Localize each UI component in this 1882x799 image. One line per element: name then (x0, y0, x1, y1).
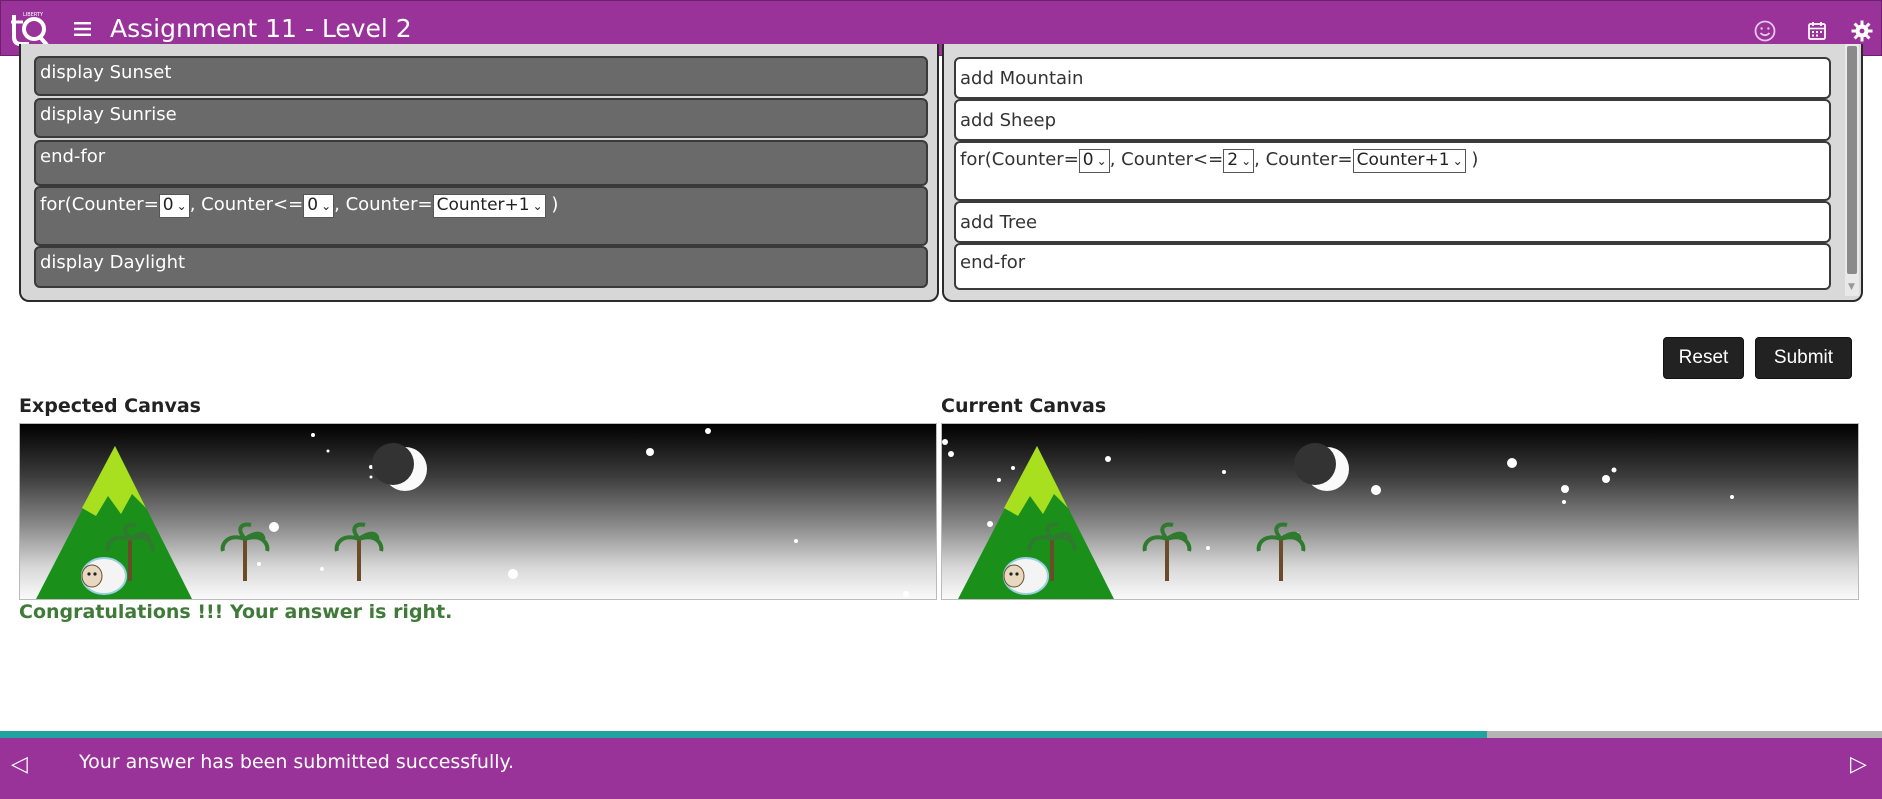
block-label: end-for (40, 146, 106, 167)
for-condition: , Counter<= (189, 194, 304, 215)
block-label: add Tree (960, 212, 1038, 233)
block-display-sunset[interactable]: display Sunset (34, 56, 928, 96)
block-for-loop[interactable]: for(Counter= 0 ⌄, Counter<= 0 ⌄, Counter= Cou… (34, 186, 928, 246)
for-suffix: ) (551, 194, 559, 215)
scroll-down-arrow-icon[interactable]: ▼ (1848, 282, 1855, 292)
for-prefix: for(Counter= (960, 149, 1079, 170)
for-prefix: for(Counter= (40, 194, 159, 215)
tree-icon (334, 522, 384, 581)
scrollbar-thumb[interactable] (1847, 46, 1857, 274)
block-end-for[interactable]: end-for (34, 140, 928, 186)
for-increment: , Counter= (334, 194, 433, 215)
calendar-icon[interactable] (1805, 19, 1829, 43)
next-arrow-icon[interactable]: ▷ (1850, 752, 1867, 777)
current-canvas (941, 423, 1859, 600)
block-for-loop[interactable]: for(Counter= 0 ⌄, Counter<= 2 ⌄, Counter= Cou… (954, 141, 1831, 201)
block-label: end-for (960, 252, 1026, 273)
block-add-tree[interactable]: add Tree (954, 201, 1831, 243)
moon-icon (372, 443, 427, 491)
counter-step-select[interactable]: Counter+1 ⌄ (432, 194, 546, 218)
reset-button[interactable]: Reset (1663, 337, 1744, 379)
progress-fill (0, 731, 1487, 738)
block-display-daylight[interactable]: display Daylight (34, 246, 928, 288)
counter-step-select[interactable]: Counter+1 ⌄ (1352, 149, 1466, 173)
result-message: Congratulations !!! Your answer is right… (19, 601, 453, 623)
chevron-down-icon: ⌄ (1452, 154, 1463, 168)
tree-icon (1142, 522, 1192, 581)
counter-limit-select[interactable]: 0 ⌄ (303, 194, 335, 218)
tree-icon (1256, 522, 1306, 581)
smiley-icon[interactable] (1753, 19, 1777, 43)
prev-arrow-icon[interactable]: ◁ (11, 752, 28, 777)
counter-init-select[interactable]: 0 ⌄ (158, 194, 190, 218)
counter-limit-select[interactable]: 2 ⌄ (1223, 149, 1255, 173)
progress-bar (0, 731, 1882, 738)
block-end-for[interactable]: end-for (954, 243, 1831, 290)
settings-icon[interactable] (1850, 19, 1874, 43)
chevron-down-icon: ⌄ (1096, 154, 1107, 168)
current-canvas-title: Current Canvas (941, 395, 1107, 417)
svg-text:LIBERTY: LIBERTY (23, 12, 44, 18)
page-title: Assignment 11 - Level 2 (110, 14, 412, 43)
menu-icon[interactable] (71, 17, 95, 41)
tree-icon (220, 522, 270, 581)
block-label: add Mountain (960, 68, 1084, 89)
for-increment: , Counter= (1254, 149, 1353, 170)
for-condition: , Counter<= (1109, 149, 1224, 170)
counter-init-select[interactable]: 0 ⌄ (1078, 149, 1110, 173)
chevron-down-icon: ⌄ (176, 199, 187, 213)
block-label: display Sunrise (40, 104, 177, 125)
program-blocks-panel: add Mountain add Sheep for(Counter= 0 ⌄, C… (942, 44, 1863, 302)
program-scrollbar[interactable]: ▼ (1845, 44, 1859, 296)
block-label: display Daylight (40, 252, 186, 273)
footer-message: Your answer has been submitted successfu… (79, 751, 515, 773)
for-suffix: ) (1471, 149, 1479, 170)
logo-icon[interactable]: LIBERTY (9, 9, 49, 49)
chevron-down-icon: ⌄ (1241, 154, 1252, 168)
sheep-icon (1003, 557, 1049, 595)
footer-bar: ◁ Your answer has been submitted success… (0, 738, 1882, 799)
available-blocks-panel: display Sunset display Sunrise end-for f… (19, 44, 939, 302)
chevron-down-icon: ⌄ (321, 199, 332, 213)
moon-icon (1294, 443, 1349, 491)
sheep-icon (81, 557, 127, 595)
block-display-sunrise[interactable]: display Sunrise (34, 98, 928, 138)
expected-canvas (19, 423, 937, 600)
submit-button[interactable]: Submit (1755, 337, 1852, 379)
block-add-mountain[interactable]: add Mountain (954, 57, 1831, 99)
block-add-sheep[interactable]: add Sheep (954, 99, 1831, 141)
stars (257, 428, 909, 597)
block-label: add Sheep (960, 110, 1057, 131)
chevron-down-icon: ⌄ (532, 199, 543, 213)
block-label: display Sunset (40, 62, 172, 83)
expected-canvas-title: Expected Canvas (19, 395, 201, 417)
